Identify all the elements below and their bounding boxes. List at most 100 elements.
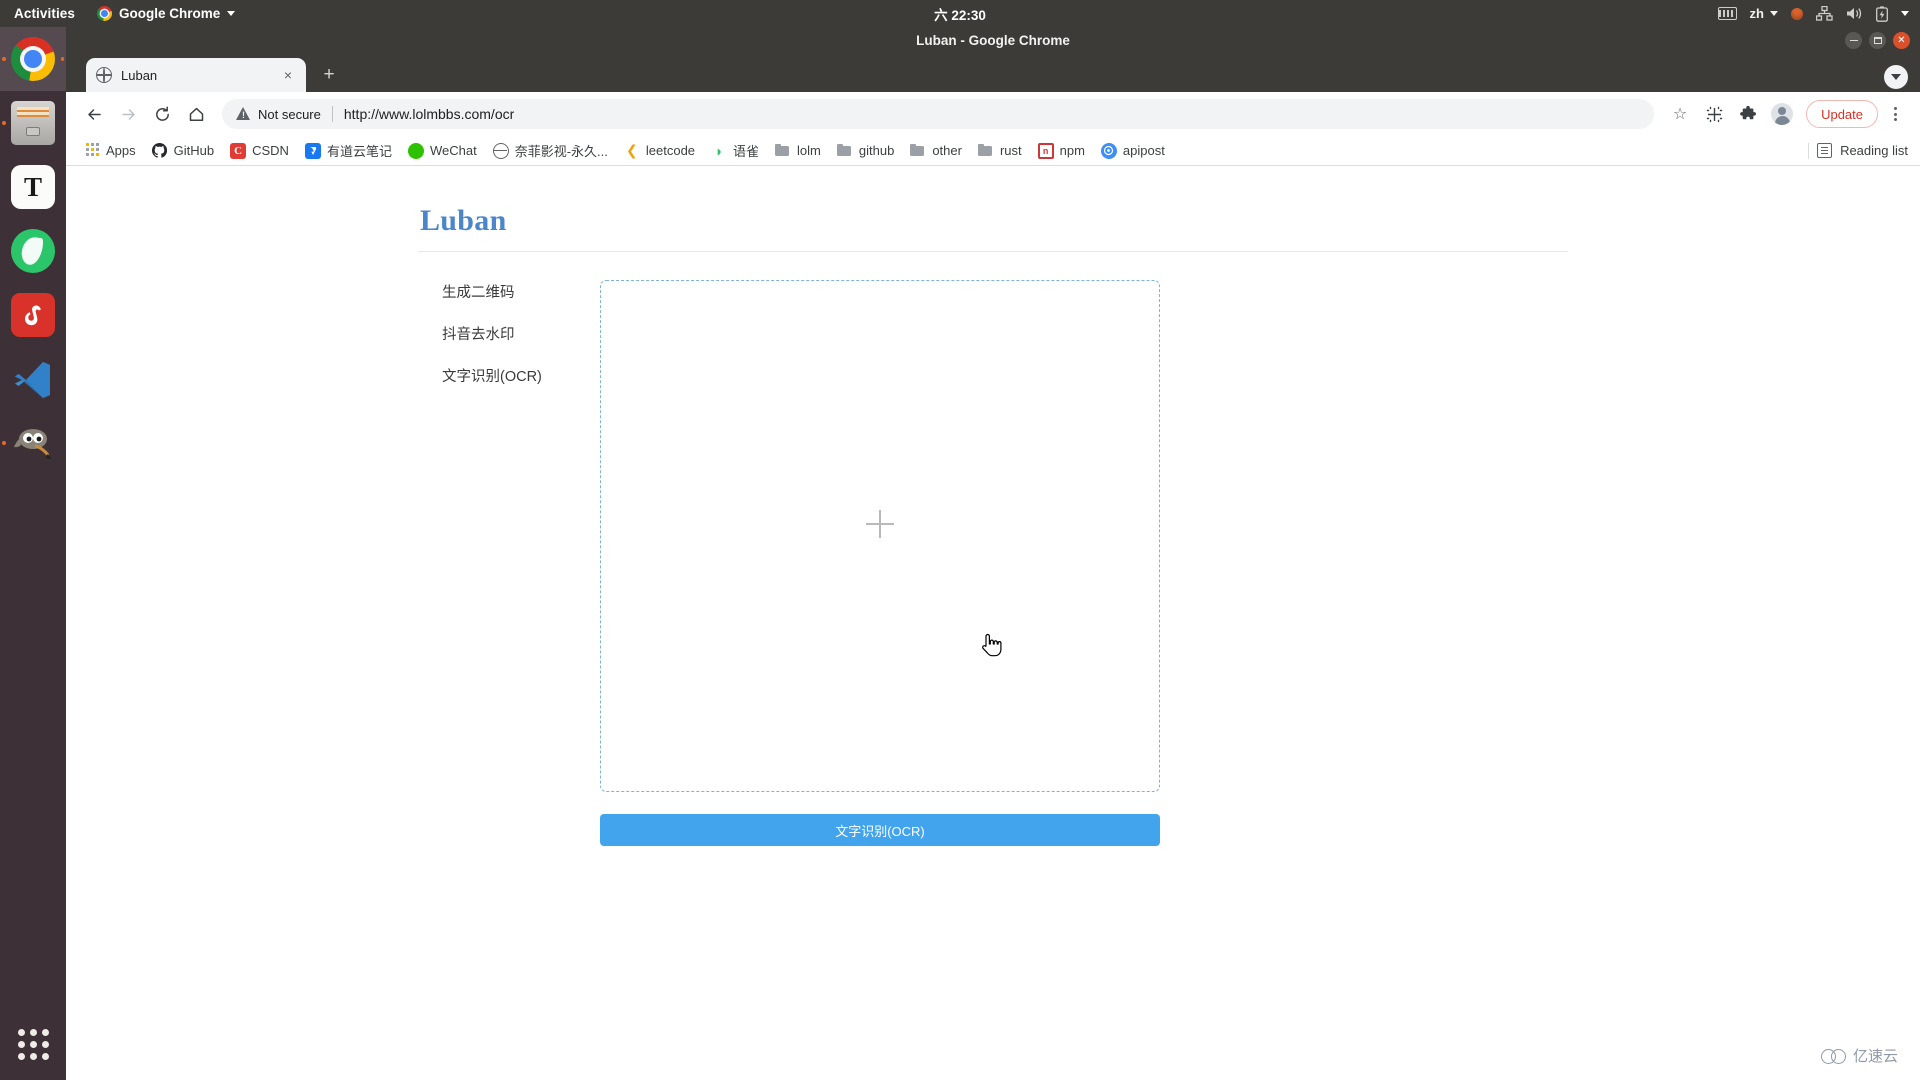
active-app-menu[interactable]: Google Chrome (87, 6, 245, 21)
folder-icon (836, 143, 853, 159)
maximize-button[interactable] (1869, 32, 1886, 49)
bookmark-label: 有道云笔记 (326, 144, 392, 159)
keyboard-icon[interactable] (1717, 7, 1737, 20)
dock-item-visual-studio-code[interactable] (0, 347, 66, 411)
bookmark-yuque[interactable]: ◗ 语雀 (703, 138, 767, 163)
activities-button[interactable]: Activities (0, 6, 87, 21)
bookmark-folder-rust[interactable]: rust (970, 140, 1030, 162)
bookmark-npm[interactable]: n npm (1030, 140, 1093, 162)
typora-icon: T (11, 165, 55, 209)
reading-list-label[interactable]: Reading list (1840, 143, 1908, 158)
dock-item-typora[interactable]: T (0, 155, 66, 219)
page-container: Luban 生成二维码 抖音去水印 文字识别(OCR) 文字识别(OCR) (418, 166, 1568, 846)
dock-item-netease-music[interactable] (0, 283, 66, 347)
back-button[interactable] (78, 98, 110, 130)
system-tray: zh (1717, 0, 1920, 27)
bookmark-folder-github[interactable]: github (829, 140, 902, 162)
nav-item-ocr[interactable]: 文字识别(OCR) (442, 369, 600, 386)
nav-item-generate-qrcode[interactable]: 生成二维码 (442, 285, 600, 302)
bookmark-label: WeChat (429, 143, 477, 158)
notification-dot-icon[interactable] (1791, 7, 1803, 20)
running-indicator (2, 441, 6, 445)
battery-icon[interactable] (1876, 5, 1888, 22)
close-icon[interactable]: × (280, 67, 296, 83)
cast-icon[interactable] (1698, 98, 1730, 130)
reload-button[interactable] (146, 98, 178, 130)
dock-item-files[interactable] (0, 91, 66, 155)
bookmark-naifei[interactable]: 奈菲影视-永久... (485, 138, 616, 163)
clock[interactable]: 六 22:30 (934, 4, 986, 24)
address-bar[interactable]: Not secure http://www.lolmbbs.com/ocr (222, 99, 1655, 129)
bookmark-github[interactable]: GitHub (144, 140, 222, 162)
new-tab-button[interactable]: + (314, 60, 344, 90)
system-top-bar: Activities Google Chrome 六 22:30 zh (0, 0, 1920, 27)
image-upload-dropzone[interactable] (600, 280, 1160, 792)
ocr-submit-button[interactable]: 文字识别(OCR) (600, 814, 1160, 846)
active-app-label: Google Chrome (119, 6, 221, 21)
gimp-icon (11, 421, 55, 465)
divider (1808, 142, 1810, 159)
volume-icon[interactable] (1846, 6, 1863, 21)
bookmark-apipost[interactable]: apipost (1093, 140, 1173, 162)
forward-button[interactable] (112, 98, 144, 130)
bookmarks-bar: Apps GitHub C CSDN 有道云笔记 WeChat 奈菲影视-永久.… (66, 136, 1920, 166)
not-secure-warning-icon (236, 107, 251, 121)
reading-list-area: Reading list (1808, 142, 1908, 159)
system-menu-caret-icon[interactable] (1901, 11, 1909, 16)
tab-title: Luban (121, 67, 158, 83)
bookmark-label: github (858, 143, 895, 158)
watermark-label: 亿速云 (1852, 1048, 1898, 1065)
bookmark-label: lolm (797, 143, 821, 158)
npm-icon: n (1037, 142, 1054, 159)
apipost-icon (1100, 142, 1117, 159)
bookmark-youdao-note[interactable]: 有道云笔记 (297, 138, 400, 163)
network-icon[interactable] (1816, 6, 1833, 21)
main-content: 文字识别(OCR) (600, 280, 1568, 846)
profile-avatar-icon[interactable] (1766, 98, 1798, 130)
bookmark-csdn[interactable]: C CSDN (222, 140, 297, 162)
dock-item-yuque[interactable] (0, 219, 66, 283)
show-applications-button[interactable] (0, 1014, 66, 1074)
kebab-menu-icon[interactable] (1882, 98, 1908, 130)
chrome-window: Luban - Google Chrome ✕ Luban × + ! Not … (66, 27, 1920, 1080)
language-indicator[interactable]: zh (1750, 6, 1778, 21)
window-controls: ✕ (1845, 27, 1910, 54)
dock-item-gimp[interactable] (0, 411, 66, 475)
leetcode-icon: ❮ (626, 142, 638, 158)
bookmark-apps[interactable]: Apps (76, 140, 144, 162)
bookmark-label: CSDN (252, 143, 289, 158)
home-button[interactable] (180, 98, 212, 130)
plus-icon (866, 510, 894, 538)
tab-search-button[interactable] (1884, 65, 1908, 89)
running-indicator (2, 121, 6, 125)
nav-item-douyin-watermark[interactable]: 抖音去水印 (442, 327, 600, 344)
bookmark-wechat[interactable]: WeChat (400, 140, 485, 162)
page-viewport: Luban 生成二维码 抖音去水印 文字识别(OCR) 文字识别(OCR) 亿速… (66, 166, 1920, 1080)
chrome-icon (97, 6, 113, 21)
bookmark-label: rust (999, 143, 1022, 158)
globe-icon (492, 142, 509, 159)
folder-icon (977, 143, 994, 159)
youdao-note-icon (304, 142, 321, 159)
bookmark-folder-other[interactable]: other (902, 140, 970, 162)
reading-list-icon (1817, 143, 1833, 158)
dock-item-google-chrome[interactable] (0, 27, 66, 91)
minimize-button[interactable] (1845, 32, 1862, 49)
security-status-text: Not secure (258, 106, 321, 122)
bookmark-label: 语雀 (733, 144, 760, 159)
tab-luban[interactable]: Luban × (86, 58, 306, 92)
bookmark-label: Apps (106, 143, 136, 158)
luban-page: Luban 生成二维码 抖音去水印 文字识别(OCR) 文字识别(OCR) (66, 166, 1920, 846)
close-button[interactable]: ✕ (1893, 32, 1910, 49)
bookmark-label: 奈菲影视-永久... (514, 144, 608, 159)
bookmark-leetcode[interactable]: ❮ leetcode (616, 140, 703, 162)
ubuntu-dock: T (0, 27, 66, 1080)
bookmark-label: GitHub (173, 143, 215, 158)
bookmark-label: other (932, 143, 962, 158)
bookmark-folder-lolm[interactable]: lolm (767, 140, 829, 162)
update-button[interactable]: Update (1806, 100, 1878, 128)
side-nav: 生成二维码 抖音去水印 文字识别(OCR) (418, 280, 600, 846)
bookmark-star-icon[interactable]: ☆ (1664, 98, 1696, 130)
extensions-puzzle-icon[interactable] (1732, 98, 1764, 130)
chrome-icon (11, 37, 55, 81)
